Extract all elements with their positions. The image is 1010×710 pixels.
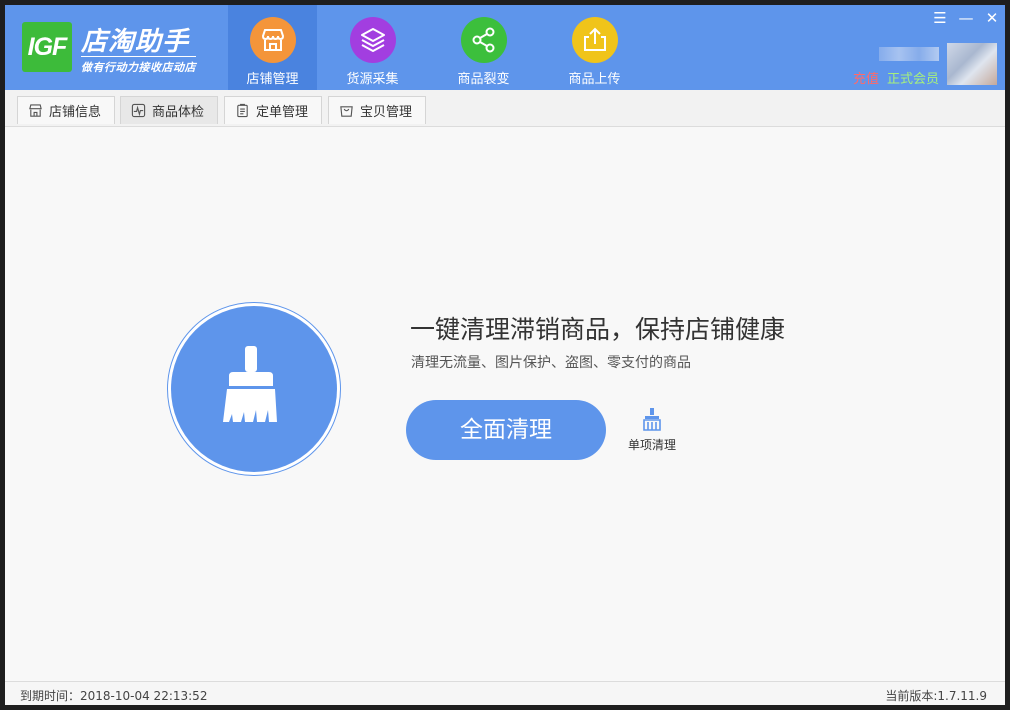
app-title: 店淘助手 (81, 27, 190, 57)
tab-order-management[interactable]: 定单管理 (224, 96, 322, 124)
store-small-icon (29, 104, 42, 117)
nav-item-product-upload[interactable]: 商品上传 (539, 5, 650, 90)
store-icon (249, 17, 296, 63)
nav-label: 货源采集 (346, 72, 399, 87)
nav-item-product-split[interactable]: 商品裂变 (428, 5, 539, 90)
tab-item-management[interactable]: 宝贝管理 (328, 96, 426, 124)
tab-product-check[interactable]: 商品体检 (120, 96, 218, 124)
tab-label: 店铺信息 (49, 105, 102, 120)
username-blurred (879, 47, 939, 61)
tab-label: 定单管理 (256, 105, 309, 120)
recharge-link[interactable]: 充值 (853, 68, 879, 87)
tab-label: 宝贝管理 (360, 105, 413, 120)
nav-item-source-collect[interactable]: 货源采集 (317, 5, 428, 90)
headline: 一键清理滞销商品，保持店铺健康 (410, 315, 786, 344)
tab-store-info[interactable]: 店铺信息 (17, 96, 115, 124)
clipboard-icon (237, 103, 248, 118)
app-logo-mark: IGF (22, 22, 72, 72)
single-clean-label: 单项清理 (627, 438, 676, 452)
clean-all-button[interactable]: 全面清理 (406, 400, 606, 460)
share-icon (460, 17, 507, 63)
version-label: 当前版本:1.7.11.9 (885, 689, 987, 703)
main-nav: 店铺管理 货源采集 商品裂变 商品上传 (228, 5, 650, 90)
single-clean-button[interactable]: 单项清理 (623, 407, 681, 459)
member-status: 正式会员 (886, 72, 939, 87)
menu-icon[interactable]: ☰ (927, 5, 953, 31)
user-area: 充值 正式会员 (837, 43, 997, 87)
header-bar: IGF 店淘助手 做有行动力接收店动店 店铺管理 货源采集 商品裂变 商品上传 … (5, 5, 1005, 90)
nav-label: 商品裂变 (457, 72, 510, 87)
subline: 清理无流量、图片保护、盗图、零支付的商品 (411, 355, 691, 371)
nav-item-store-management[interactable]: 店铺管理 (228, 5, 317, 90)
avatar[interactable] (947, 43, 997, 85)
bag-icon (340, 106, 353, 117)
minimize-icon[interactable]: — (953, 5, 979, 31)
sub-tabs: 店铺信息 商品体检 定单管理 宝贝管理 (5, 90, 1005, 127)
status-bar: 到期时间：2018-10-04 22:13:52 当前版本:1.7.11.9 (5, 681, 1005, 705)
app-window: IGF 店淘助手 做有行动力接收店动店 店铺管理 货源采集 商品裂变 商品上传 … (5, 5, 1005, 705)
pulse-icon (131, 103, 146, 118)
expiry-time: 到期时间：2018-10-04 22:13:52 (20, 689, 208, 703)
broom-small-icon (643, 408, 661, 431)
nav-label: 商品上传 (568, 72, 621, 87)
nav-label: 店铺管理 (246, 72, 299, 87)
window-controls: ☰ — ✕ (927, 5, 1005, 31)
tab-label: 商品体检 (152, 105, 205, 120)
cleanup-illustration (167, 302, 341, 476)
broom-icon (223, 346, 277, 422)
layers-icon (349, 17, 396, 63)
close-icon[interactable]: ✕ (979, 5, 1005, 31)
app-slogan: 做有行动力接收店动店 (81, 56, 196, 75)
upload-icon (571, 17, 618, 63)
